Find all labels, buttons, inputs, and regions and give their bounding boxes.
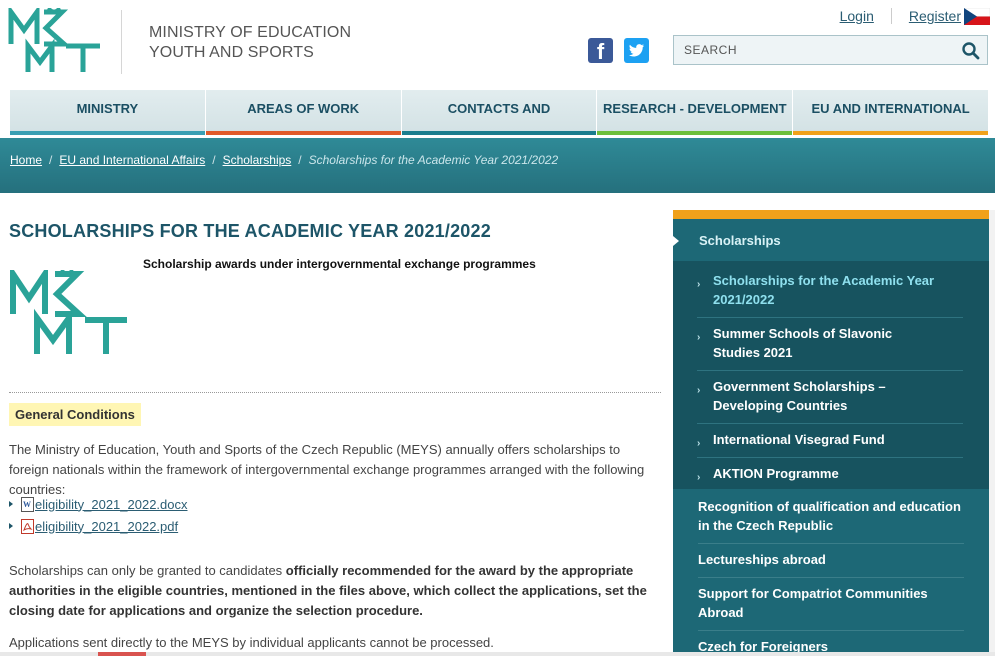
breadcrumb-separator: / — [298, 153, 302, 167]
eligibility-text: Scholarships can only be granted to cand… — [9, 563, 286, 578]
chevron-right-icon: › — [697, 332, 701, 343]
general-conditions-heading: General Conditions — [9, 403, 141, 426]
breadcrumb-bar: Home / EU and International Affairs / Schola… — [0, 138, 995, 193]
sidebar-item-scholarships-2021[interactable]: › Scholarships for the Academic Year 202… — [697, 271, 963, 318]
search-box — [673, 35, 988, 65]
sidebar-heading-label: Scholarships — [699, 233, 781, 248]
sidebar-accent-bar — [673, 210, 989, 219]
file-item: eligibility_2021_2022.pdf — [9, 515, 188, 537]
page-title: SCHOLARSHIPS FOR THE ACADEMIC YEAR 2021/… — [9, 221, 491, 241]
sidebar-item-line2: 2021/2022 — [713, 292, 775, 307]
search-icon[interactable] — [961, 41, 981, 61]
sidebar-item-line2: Studies 2021 — [713, 345, 793, 360]
sidebar-item-line1: Lectureships abroad — [698, 552, 826, 567]
sidebar-item-line2: Abroad — [698, 605, 744, 620]
bullet-arrow-icon — [9, 501, 13, 507]
sidebar-item-compatriot-support[interactable]: Support for Compatriot Communities Abroa… — [698, 584, 964, 631]
site-header: MINISTRY OF EDUCATION YOUTH AND SPORTS L… — [0, 0, 995, 88]
file-item: W eligibility_2021_2022.docx — [9, 493, 188, 515]
nav-eu-international-bar — [793, 131, 988, 135]
czech-flag-icon[interactable] — [964, 8, 990, 25]
content-divider — [9, 392, 661, 393]
register-link[interactable]: Register — [909, 8, 961, 24]
sidebar-item-lectureships[interactable]: Lectureships abroad — [698, 550, 964, 578]
nav-areas-of-work-label: AREAS OF WORK — [247, 101, 360, 116]
sidebar-item-line1: Summer Schools of Slavonic — [713, 326, 893, 341]
ministry-name-line1: MINISTRY OF EDUCATION — [149, 24, 352, 41]
breadcrumb-scholarships[interactable]: Scholarships — [223, 153, 292, 167]
page-subtitle: Scholarship awards under intergovernment… — [143, 257, 536, 271]
breadcrumb-separator: / — [212, 153, 216, 167]
breadcrumb-separator: / — [49, 153, 53, 167]
pdf-icon — [21, 518, 34, 534]
sidebar-heading[interactable]: Scholarships — [673, 219, 989, 261]
sidebar-item-aktion[interactable]: › AKTION Programme — [697, 464, 963, 486]
twitter-icon[interactable] — [624, 38, 649, 63]
word-doc-icon: W — [21, 496, 34, 512]
sidebar-submenu: › Scholarships for the Academic Year 202… — [673, 261, 989, 489]
ministry-name[interactable]: MINISTRY OF EDUCATION YOUTH AND SPORTS — [149, 23, 351, 63]
account-links: Login Register — [840, 8, 961, 24]
direct-application-note: Applications sent directly to the MEYS b… — [9, 635, 494, 650]
msmt-logo[interactable] — [8, 8, 104, 74]
nav-areas-of-work[interactable]: AREAS OF WORK — [205, 90, 402, 135]
search-input[interactable] — [674, 36, 954, 64]
right-edge-strip — [989, 210, 995, 656]
nav-contacts-bar — [401, 131, 597, 135]
logo-divider — [121, 10, 122, 74]
horizontal-scrollbar[interactable] — [0, 652, 995, 656]
nav-research-bar — [597, 131, 793, 135]
sidebar-item-recognition[interactable]: Recognition of qualification and educati… — [698, 497, 964, 544]
eligibility-paragraph: Scholarships can only be granted to cand… — [9, 561, 661, 621]
chevron-right-icon: › — [697, 438, 701, 449]
intro-paragraph: The Ministry of Education, Youth and Spo… — [9, 442, 645, 497]
nav-research[interactable]: RESEARCH - DEVELOPMENT — [597, 90, 794, 135]
msmt-article-logo — [10, 270, 127, 354]
sidebar-item-line1: Government Scholarships – — [713, 379, 886, 394]
nav-ministry-bar — [10, 131, 205, 135]
breadcrumb-eu[interactable]: EU and International Affairs — [59, 153, 205, 167]
active-arrow-icon — [673, 236, 679, 246]
svg-text:W: W — [23, 500, 31, 509]
facebook-icon[interactable]: f — [588, 38, 613, 64]
sidebar: Scholarships › Scholarships for the Acad… — [673, 210, 989, 656]
sidebar-item-visegrad-fund[interactable]: › International Visegrad Fund — [697, 430, 963, 458]
pdf-link[interactable]: eligibility_2021_2022.pdf — [35, 519, 178, 534]
chevron-right-icon: › — [697, 385, 701, 396]
sidebar-item-line1: International Visegrad Fund — [713, 432, 885, 447]
breadcrumb-current: Scholarships for the Academic Year 2021/… — [308, 153, 559, 167]
main-navigation: MINISTRY AREAS OF WORK CONTACTS AND INFO… — [10, 90, 988, 154]
sidebar-item-line1: Recognition of qualification and educati… — [698, 499, 961, 514]
ministry-name-line2: YOUTH AND SPORTS — [149, 44, 314, 61]
nav-research-label: RESEARCH - DEVELOPMENT — [603, 101, 787, 116]
sidebar-item-line2: Developing Countries — [713, 398, 848, 413]
nav-ministry[interactable]: MINISTRY — [10, 90, 206, 135]
login-link[interactable]: Login — [840, 8, 874, 24]
sidebar-item-summer-schools[interactable]: › Summer Schools of Slavonic Studies 202… — [697, 324, 963, 371]
breadcrumb-home[interactable]: Home — [10, 153, 42, 167]
bullet-arrow-icon — [9, 523, 13, 529]
nav-contacts[interactable]: CONTACTS AND INFORMATION — [401, 90, 598, 154]
sidebar-item-government-scholarships[interactable]: › Government Scholarships – Developing C… — [697, 377, 963, 424]
scrollbar-thumb[interactable] — [98, 652, 146, 656]
chevron-right-icon: › — [697, 279, 701, 290]
link-separator — [890, 8, 892, 24]
breadcrumb: Home / EU and International Affairs / Schola… — [10, 153, 558, 167]
nav-areas-of-work-bar — [205, 131, 401, 135]
sidebar-item-line1: Support for Compatriot Communities — [698, 586, 928, 601]
nav-ministry-label: MINISTRY — [76, 101, 139, 116]
nav-eu-international[interactable]: EU AND INTERNATIONAL AFFAIRS — [793, 90, 988, 154]
sidebar-item-line1: AKTION Programme — [713, 466, 839, 481]
sidebar-item-line2: in the Czech Republic — [698, 518, 834, 533]
docx-link[interactable]: eligibility_2021_2022.docx — [35, 497, 188, 512]
chevron-right-icon: › — [697, 472, 701, 483]
sidebar-item-line1: Scholarships for the Academic Year — [713, 273, 935, 288]
file-list: W eligibility_2021_2022.docx eligibility… — [9, 493, 188, 537]
